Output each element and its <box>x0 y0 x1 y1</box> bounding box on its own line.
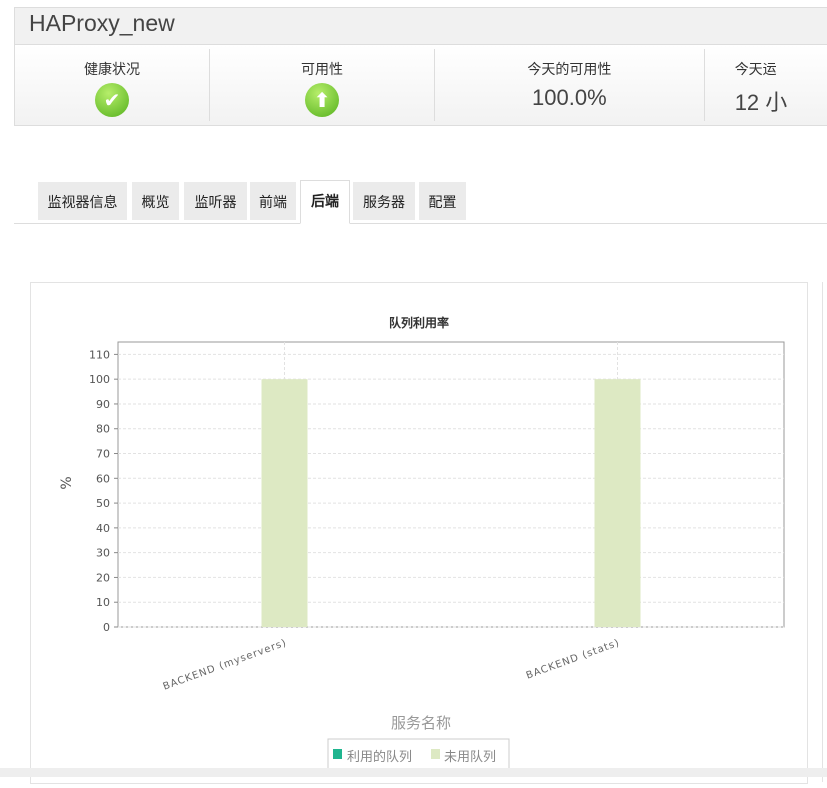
tab-bar: 监视器信息 概览 监听器 前端 后端 服务器 配置 <box>14 180 827 224</box>
stat-label: 今天的可用性 <box>527 61 612 77</box>
y-tick-label: 20 <box>96 571 110 584</box>
y-tick-label: 80 <box>96 423 110 436</box>
x-tick-label: BACKEND (myservers) <box>162 637 289 692</box>
stat-label: 可用性 <box>301 61 344 77</box>
today-availability: 今天的可用性 100.0% <box>435 49 705 121</box>
y-tick-label: 0 <box>103 621 110 634</box>
queue-utilization-chart: 队列利用率 0 10 20 30 40 50 60 70 80 90 100 110 BACKEND (… <box>59 315 785 770</box>
stat-label: 今天运 <box>734 61 777 77</box>
y-tick-label: 90 <box>96 398 110 411</box>
y-tick-label: 30 <box>96 547 110 560</box>
legend-swatch-used <box>333 749 342 759</box>
legend-used[interactable]: 利用的队列 <box>347 749 412 765</box>
y-tick-label: 50 <box>96 497 110 510</box>
availability: 可用性 ⬆ <box>210 49 435 121</box>
chart-panel: 队列利用率 0 10 20 30 40 50 60 70 80 90 100 110 BACKEND (… <box>30 282 808 784</box>
y-tick-label: 40 <box>96 522 110 535</box>
tab-listeners[interactable]: 监听器 <box>184 182 247 220</box>
footer-bar <box>0 768 827 777</box>
x-tick-label: BACKEND (stats) <box>525 637 622 681</box>
y-tick-label: 110 <box>89 348 110 361</box>
tab-servers[interactable]: 服务器 <box>353 182 415 220</box>
y-tick-label: 100 <box>89 373 110 386</box>
stat-label: 健康状况 <box>84 61 141 77</box>
monitor-header: HAProxy_new 健康状况 ✔ 可用性 ⬆ 今天的可用性 100.0% 今… <box>14 7 827 126</box>
legend: 利用的队列 未用队列 <box>327 738 510 770</box>
up-arrow-icon: ⬆ <box>305 83 340 117</box>
y-tick-label: 10 <box>96 596 110 609</box>
bar-unused[interactable] <box>594 379 641 627</box>
legend-swatch-unused <box>431 749 440 759</box>
legend-unused[interactable]: 未用队列 <box>444 750 496 765</box>
health-status: 健康状况 ✔ <box>15 49 211 121</box>
y-axis-label: % <box>59 476 75 489</box>
today-uptime: 今天运 12 小 <box>705 49 827 121</box>
y-tick-label: 60 <box>96 472 110 485</box>
tab-frontend[interactable]: 前端 <box>250 182 296 220</box>
tab-backend[interactable]: 后端 <box>300 180 350 224</box>
plot-area <box>117 341 785 628</box>
check-icon: ✔ <box>95 83 130 117</box>
tab-config[interactable]: 配置 <box>419 182 466 220</box>
side-panel <box>822 282 827 782</box>
bar-unused[interactable] <box>261 379 308 627</box>
chart-title: 队列利用率 <box>389 315 449 330</box>
tab-overview[interactable]: 概览 <box>132 182 179 220</box>
stat-value: 12 小 <box>734 90 788 115</box>
page-title: HAProxy_new <box>15 8 827 45</box>
y-tick-label: 70 <box>96 448 110 461</box>
stat-value: 100.0% <box>532 85 607 110</box>
x-axis-label: 服务名称 <box>391 714 451 732</box>
tab-monitor-info[interactable]: 监视器信息 <box>38 182 127 220</box>
